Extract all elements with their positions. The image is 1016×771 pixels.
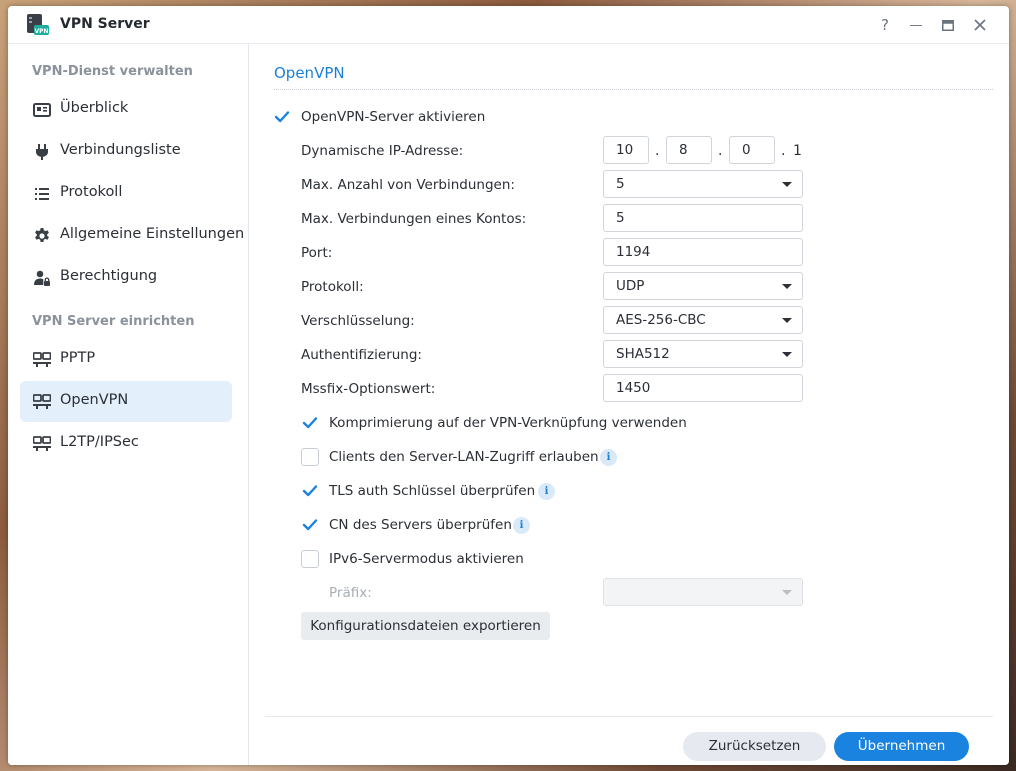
plug-icon [33,143,51,161]
protocol-value: UDP [616,278,645,294]
port-label: Port: [301,245,333,261]
port-input[interactable]: 1194 [603,238,803,266]
close-button[interactable] [969,14,991,36]
ip-octet-4: 1 [793,143,802,159]
list-icon [33,185,51,203]
footer-divider [265,716,993,717]
ipv6-mode-checkbox[interactable] [301,550,319,568]
server-cn-label: CN des Servers überprüfen [329,517,512,533]
maximize-icon [942,19,954,31]
svg-text:VPN: VPN [34,28,48,35]
ip-octet-2-input[interactable]: 8 [666,136,712,164]
max-connections-select[interactable]: 5 [603,170,803,198]
chevron-down-icon [782,284,792,289]
sidebar-item-label: Protokoll [60,184,123,200]
ip-separator: . [655,143,660,159]
ip-octet-3-input[interactable]: 0 [729,136,775,164]
export-config-button[interactable]: Konfigurationsdateien exportieren [301,612,550,640]
maximize-button[interactable] [937,14,959,36]
sidebar-item-openvpn[interactable]: OpenVPN [20,381,232,422]
sidebar-section-manage: VPN-Dienst verwalten [32,64,193,79]
encryption-label: Verschlüsselung: [301,313,415,329]
vpn-app-icon: VPN [26,13,50,37]
mssfix-input[interactable]: 1450 [603,374,803,402]
lan-access-label: Clients den Server-LAN-Zugriff erlauben [329,449,599,465]
ip-octet-1-input[interactable]: 10 [603,136,649,164]
sidebar-item-l2tp-ipsec[interactable]: L2TP/IPSec [20,423,232,464]
chevron-down-icon [782,182,792,187]
user-lock-icon [33,269,51,287]
ip-separator: . [781,143,786,159]
prefix-label: Präfix: [329,585,372,601]
checkmark-icon [302,485,318,497]
title-bar: VPN VPN Server ? — [8,6,1009,44]
sidebar-item-label: Berechtigung [60,268,158,284]
window-title: VPN Server [60,16,150,32]
sidebar-section-setup: VPN Server einrichten [32,314,195,329]
info-icon[interactable]: i [538,483,555,500]
lan-access-checkbox[interactable] [301,448,319,466]
network-icon [32,435,52,453]
protocol-label: Protokoll: [301,279,364,295]
apply-button[interactable]: Übernehmen [834,732,969,761]
sidebar: VPN-Dienst verwalten Überblick Verbindun… [8,44,249,765]
chevron-down-icon [782,318,792,323]
authentication-label: Authentifizierung: [301,347,422,363]
help-button[interactable]: ? [874,14,896,36]
ipv6-mode-label: IPv6-Servermodus aktivieren [329,551,524,567]
close-icon [974,19,986,31]
minimize-button[interactable]: — [905,14,927,36]
sidebar-item-pptp[interactable]: PPTP [20,339,232,380]
sidebar-item-label: L2TP/IPSec [60,434,139,450]
dynamic-ip-label: Dynamische IP-Adresse: [301,143,464,159]
network-icon [32,351,52,369]
sidebar-item-label: Verbindungsliste [60,142,181,158]
sidebar-item-general-settings[interactable]: Allgemeine Einstellungen [20,215,244,256]
compression-label: Komprimierung auf der VPN-Verknüpfung ve… [329,415,687,431]
encryption-value: AES-256-CBC [616,312,706,328]
max-per-account-label: Max. Verbindungen eines Kontos: [301,211,527,227]
max-connections-value: 5 [616,176,625,192]
info-icon[interactable]: i [513,517,530,534]
sidebar-item-label: PPTP [60,350,96,366]
enable-openvpn-label: OpenVPN-Server aktivieren [301,109,486,125]
gear-icon [33,227,51,245]
compression-checkbox[interactable] [301,414,319,432]
sidebar-item-label: Überblick [60,100,129,116]
chevron-down-icon [782,352,792,357]
checkmark-icon [302,519,318,531]
main-content: OpenVPN OpenVPN-Server aktivieren Dynami… [249,44,1009,765]
authentication-value: SHA512 [616,346,670,362]
vpn-server-window: VPN VPN Server ? — VPN-Dienst verwalten … [8,6,1009,765]
sidebar-item-overview[interactable]: Überblick [20,89,232,130]
sidebar-item-label: OpenVPN [60,392,129,408]
max-connections-label: Max. Anzahl von Verbindungen: [301,177,515,193]
sidebar-item-label: Allgemeine Einstellungen [60,226,245,242]
max-per-account-input[interactable]: 5 [603,204,803,232]
chevron-down-icon [782,590,792,595]
section-divider [274,89,993,90]
info-icon[interactable]: i [600,449,617,466]
server-cn-checkbox[interactable] [301,516,319,534]
sidebar-item-connection-list[interactable]: Verbindungsliste [20,131,232,172]
tls-auth-checkbox[interactable] [301,482,319,500]
section-title: OpenVPN [274,64,345,82]
sidebar-item-permission[interactable]: Berechtigung [20,257,232,298]
enable-openvpn-checkbox[interactable] [273,108,291,126]
protocol-select[interactable]: UDP [603,272,803,300]
mssfix-label: Mssfix-Optionswert: [301,381,436,397]
checkmark-icon [274,111,290,123]
overview-card-icon [33,101,51,119]
sidebar-item-log[interactable]: Protokoll [20,173,232,214]
checkmark-icon [302,417,318,429]
reset-button[interactable]: Zurücksetzen [683,732,826,761]
network-icon [32,393,52,411]
authentication-select[interactable]: SHA512 [603,340,803,368]
tls-auth-label: TLS auth Schlüssel überprüfen [329,483,536,499]
encryption-select[interactable]: AES-256-CBC [603,306,803,334]
prefix-select[interactable] [603,578,803,606]
ip-separator: . [718,143,723,159]
